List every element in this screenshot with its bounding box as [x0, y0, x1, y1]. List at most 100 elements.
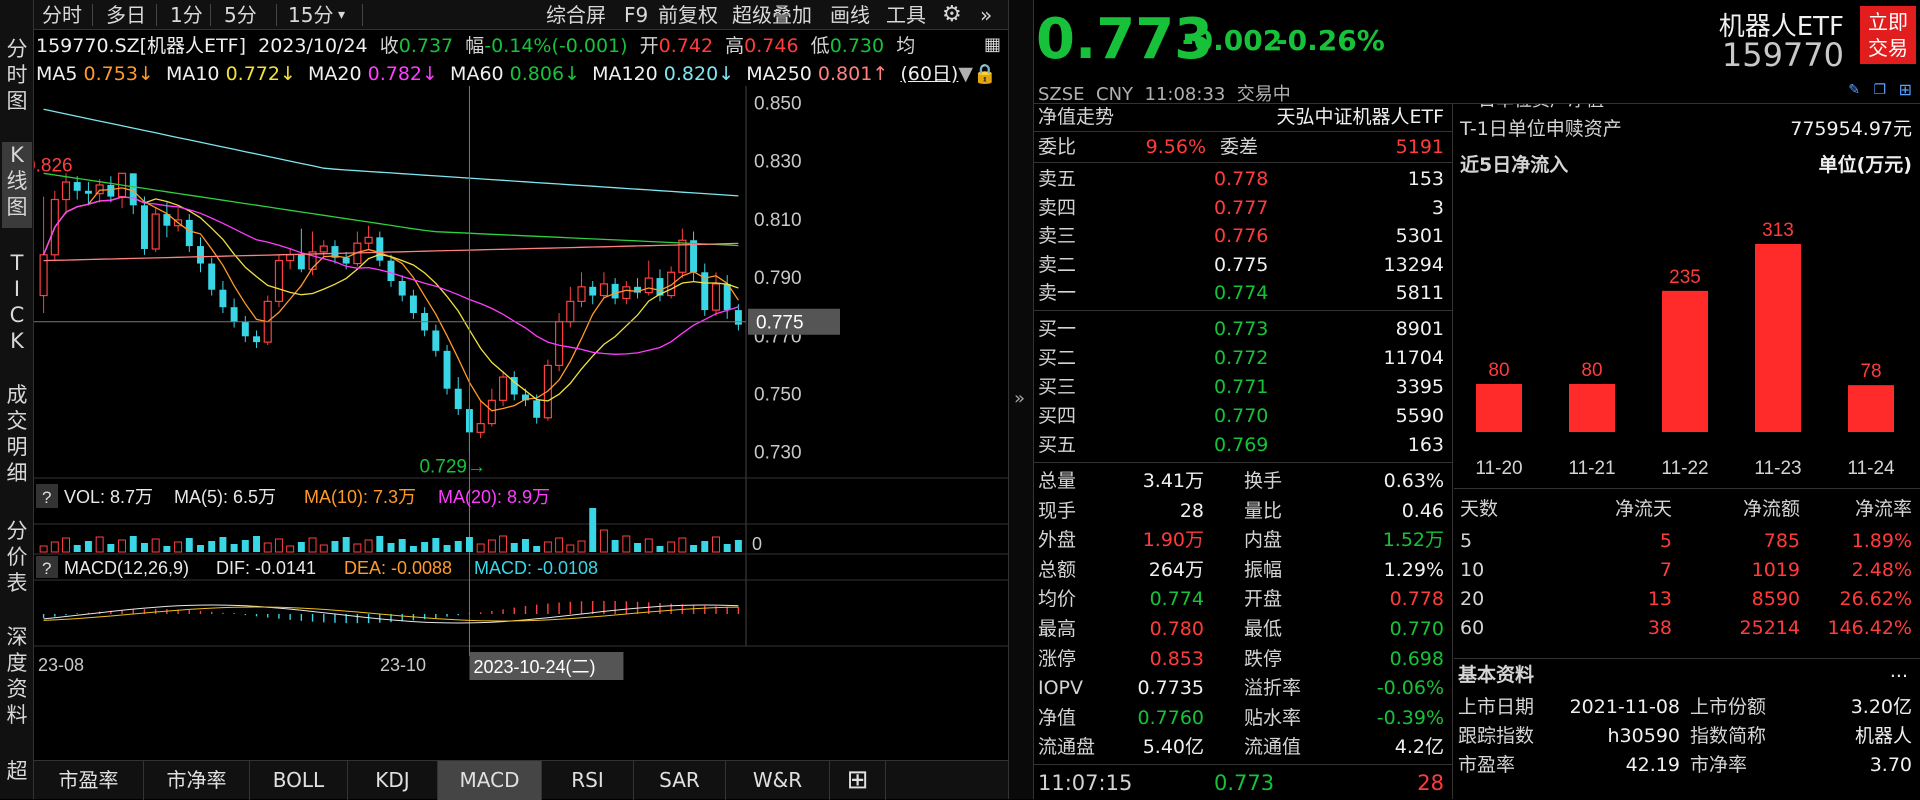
volume-bar	[421, 542, 429, 552]
trade-now-button[interactable]: 立即 交易	[1860, 6, 1916, 64]
expand-panel-icon[interactable]: »	[1014, 388, 1025, 409]
indicator-tab-pb[interactable]: 市净率	[144, 761, 250, 800]
ask-volume: 13294	[1383, 253, 1444, 276]
stat-value: 1.52万	[1382, 529, 1444, 552]
price-axis-tick: 0.850	[754, 93, 802, 114]
draw-line-button[interactable]: 画线	[830, 2, 870, 28]
nav-cut-label: 一日单位资产净值	[1460, 104, 1604, 114]
flow-table-header: 净流率	[1854, 498, 1912, 520]
window-icon[interactable]: ❐	[1873, 82, 1886, 98]
candle-body	[73, 182, 81, 191]
stat-label: 跌停	[1244, 647, 1283, 670]
view-tab-trade-detail[interactable]: 成交明细	[2, 382, 32, 486]
indicator-tab-wr[interactable]: W&R	[726, 761, 830, 800]
stat-label: 开盘	[1244, 588, 1283, 611]
macd-bar	[513, 607, 515, 614]
period-tab-15min[interactable]: 15分	[288, 2, 333, 28]
stat-label: 流通值	[1244, 736, 1302, 759]
view-tab-tick[interactable]: TICK	[2, 250, 32, 354]
volume-bar	[611, 540, 619, 552]
gear-icon[interactable]: ⚙	[942, 2, 962, 28]
double-chevron-right-icon[interactable]: »	[980, 2, 992, 28]
edit-icon[interactable]: ✎	[1848, 82, 1860, 98]
basic-value: 3.20亿	[1850, 696, 1912, 718]
triangle-down-icon[interactable]: ▼	[958, 63, 973, 85]
kline-plot[interactable]: 0.8500.8300.8100.7900.7700.7500.730←0.82…	[34, 86, 1008, 754]
view-tab-price-table[interactable]: 分价表	[2, 518, 32, 596]
low-value: 0.730	[829, 35, 885, 57]
candle-body	[319, 245, 328, 253]
stat-value: 5.40亿	[1142, 736, 1204, 759]
view-tab-super-book[interactable]: 超	[2, 758, 32, 784]
ma120-value: 0.820↓	[663, 63, 735, 85]
more-icon[interactable]: ...	[1890, 658, 1908, 684]
flow-table-cell: 1019	[1751, 559, 1800, 581]
open-value: 0.742	[658, 35, 714, 57]
tools-button[interactable]: 工具	[886, 2, 926, 28]
flow-table-header: 净流天	[1614, 498, 1672, 520]
forward-adjust-button[interactable]: 前复权	[658, 2, 718, 28]
panel-divider[interactable]: »	[1008, 0, 1034, 799]
ma-period-selector[interactable]: (60日)	[900, 63, 958, 85]
basic-value: 2021-11-08	[1569, 696, 1680, 718]
volume-bar	[678, 537, 687, 553]
flow-table-header: 天数	[1460, 498, 1499, 520]
super-overlay-button[interactable]: 超级叠加	[732, 2, 812, 28]
nav-trend-link[interactable]: 净值走势	[1038, 104, 1114, 130]
volume-bar	[409, 546, 417, 552]
indicator-tab-boll[interactable]: BOLL	[250, 761, 348, 800]
bid-level-label: 买五	[1038, 434, 1077, 456]
period-tab-5min[interactable]: 5分	[224, 2, 257, 28]
range-value: -0.14%(-0.001)	[484, 35, 628, 57]
candle-body	[286, 254, 295, 262]
f9-button[interactable]: F9	[624, 2, 648, 28]
candle-body	[476, 423, 485, 433]
macd-bar	[54, 614, 56, 617]
grid-toggle-icon[interactable]: ▦	[984, 34, 1001, 55]
candle-body	[140, 205, 148, 249]
quote-info-line: 159770.SZ[机器人ETF] 2023/10/24 收0.737 幅-0.…	[36, 35, 916, 57]
ask-volume: 5301	[1395, 225, 1444, 247]
lock-icon[interactable]: 🔒	[973, 63, 997, 85]
view-tab-depth[interactable]: 深度资料	[2, 624, 32, 728]
indicator-tab-macd[interactable]: MACD	[438, 761, 542, 800]
candle-body	[107, 184, 115, 197]
view-tab-timeshare[interactable]: 分时图	[2, 36, 32, 114]
volume-bar	[656, 546, 664, 552]
flow-table-cell: 7	[1659, 559, 1672, 581]
period-tab-timeshare[interactable]: 分时	[42, 2, 82, 28]
indicator-tab-sar[interactable]: SAR	[634, 761, 726, 800]
macd-bar	[569, 601, 572, 614]
inflow-date-label: 11-22	[1661, 458, 1708, 479]
flow-table-cell: 25214	[1739, 617, 1800, 639]
indicator-tab-rsi[interactable]: RSI	[542, 761, 634, 800]
volume-bar	[690, 545, 698, 552]
vol-axis-zero: 0	[752, 534, 762, 554]
volume-bar	[230, 544, 238, 552]
candle-body	[387, 260, 395, 281]
view-tab-kline[interactable]: K线图	[2, 142, 32, 228]
composite-screen-button[interactable]: 综合屏	[546, 2, 606, 28]
period-tab-multiday[interactable]: 多日	[106, 2, 146, 28]
macd-bar	[704, 605, 706, 614]
candle-body	[219, 289, 227, 308]
bid-volume: 3395	[1395, 376, 1444, 398]
weibi-value: 9.56%	[1145, 136, 1206, 158]
last-trade-time: 11:07:15	[1038, 771, 1133, 795]
plus-box-icon[interactable]: ⊞	[830, 761, 886, 800]
candle-body	[454, 388, 462, 410]
add-icon[interactable]: ⊞	[1899, 80, 1912, 99]
flow-title: 近5日净流入	[1460, 154, 1569, 176]
volume-bar	[644, 538, 653, 553]
inflow-bar-label: 235	[1669, 267, 1701, 288]
macd-bar	[76, 613, 78, 614]
macd-bar	[457, 614, 459, 616]
indicator-tab-pe[interactable]: 市盈率	[34, 761, 144, 800]
volume-bar	[185, 538, 193, 552]
period-tab-1min[interactable]: 1分	[170, 2, 203, 28]
bid-price: 0.773	[1214, 318, 1269, 340]
indicator-tab-kdj[interactable]: KDJ	[348, 761, 438, 800]
date-axis-label: 23-08	[38, 655, 84, 675]
flow-unit: 单位(万元)	[1818, 154, 1912, 176]
chevron-down-icon[interactable]: ▾	[338, 2, 345, 28]
